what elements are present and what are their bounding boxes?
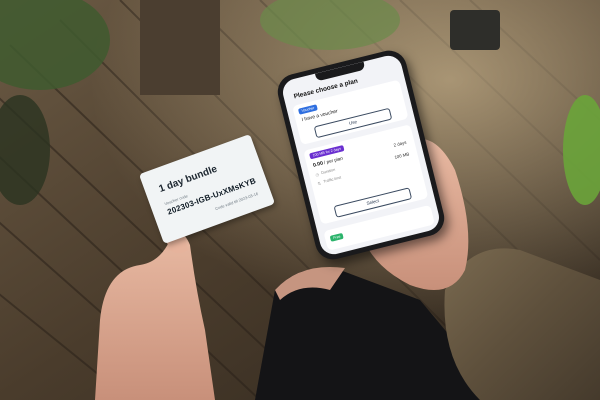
price-amount: 0.00 xyxy=(312,160,324,169)
traffic-label: Traffic limit xyxy=(322,175,342,184)
traffic-icon: ⇅ xyxy=(317,180,322,187)
flower-pot xyxy=(450,10,500,50)
traffic-value: 100 MB xyxy=(393,151,410,160)
clock-icon: ◷ xyxy=(314,171,320,178)
duration-value: 2 days xyxy=(393,139,407,148)
photo-scene: 1 day bundle Voucher code 202303-IGB-UxX… xyxy=(0,0,600,400)
wooden-post xyxy=(140,0,220,95)
price-unit: / per plan xyxy=(323,155,344,166)
free-tag: Free xyxy=(329,232,345,242)
card-title: 1 day bundle xyxy=(157,163,219,195)
background-photo xyxy=(0,0,600,400)
duration-label: Duration xyxy=(320,167,336,176)
